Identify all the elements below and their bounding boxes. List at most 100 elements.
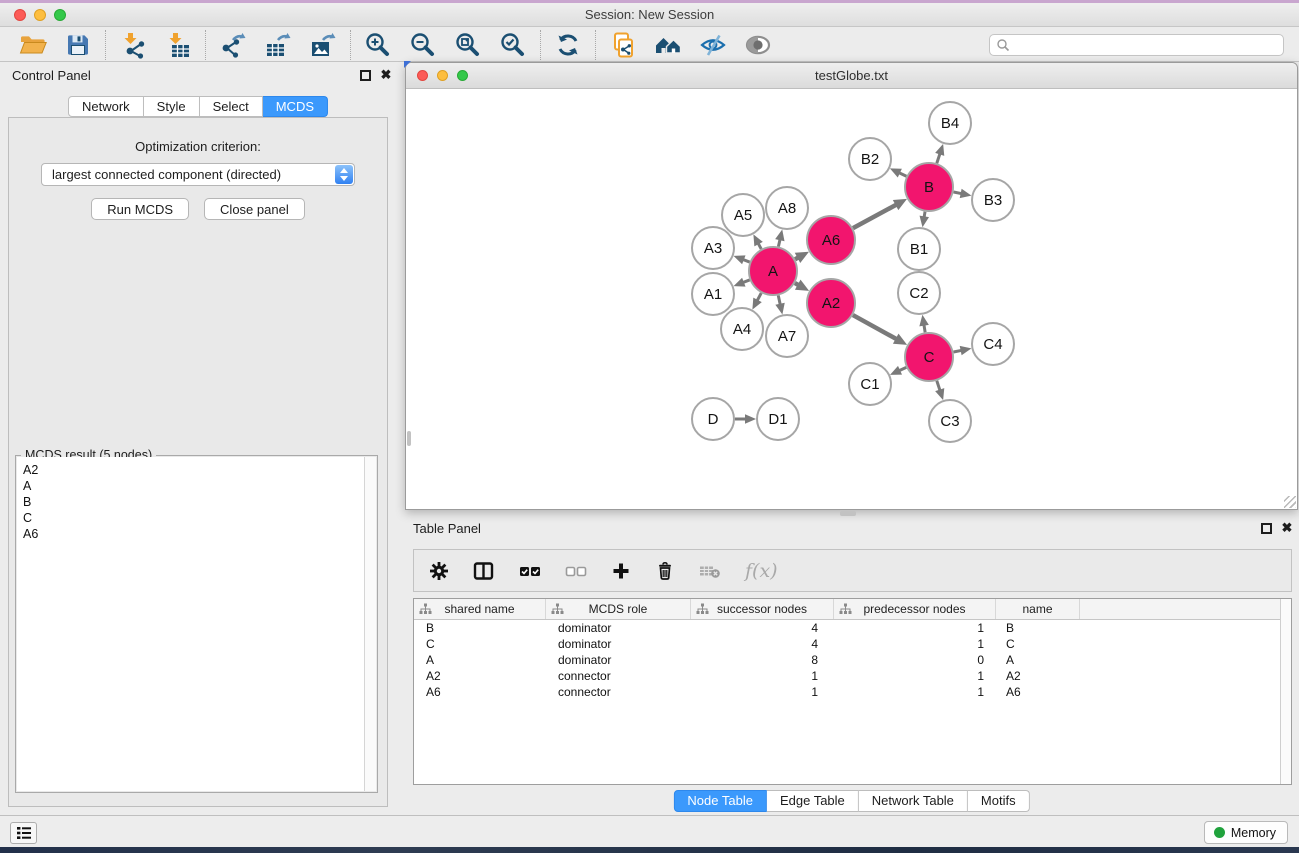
table-cell[interactable]: B <box>996 620 1080 636</box>
home-button[interactable] <box>654 31 682 59</box>
table-cell[interactable]: A <box>414 652 546 668</box>
network-canvas[interactable]: B4B2BB3A8A5A6A3B1AC2A1A2A4A7C4CC1DC3D1 <box>407 90 1296 508</box>
table-cell[interactable]: B <box>414 620 546 636</box>
zoom-out-button[interactable] <box>409 31 437 59</box>
table-cell[interactable]: 1 <box>834 684 996 700</box>
table-scrollbar[interactable] <box>1280 599 1291 784</box>
window-zoom-button[interactable] <box>54 9 66 21</box>
window-close-button[interactable] <box>14 9 26 21</box>
graph-node-C2[interactable]: C2 <box>898 272 940 314</box>
graph-node-C[interactable]: C <box>905 333 953 381</box>
graph-node-A7[interactable]: A7 <box>766 315 808 357</box>
table-cell[interactable]: 1 <box>834 668 996 684</box>
graph-node-A8[interactable]: A8 <box>766 187 808 229</box>
table-cell[interactable]: dominator <box>546 652 691 668</box>
close-panel-action-button[interactable]: Close panel <box>204 198 305 220</box>
graph-node-A2[interactable]: A2 <box>807 279 855 327</box>
column-header-shared-name[interactable]: shared name <box>414 599 546 619</box>
table-settings-button[interactable] <box>429 561 449 581</box>
graph-node-A4[interactable]: A4 <box>721 308 763 350</box>
table-row[interactable]: Bdominator41B <box>414 620 1291 636</box>
delete-columns-button[interactable] <box>655 561 675 581</box>
graph-edge-A6-B[interactable] <box>853 204 897 228</box>
table-cell[interactable]: 0 <box>834 652 996 668</box>
open-session-button[interactable] <box>19 31 47 59</box>
vertical-scroll-nub[interactable] <box>407 431 411 446</box>
graph-node-A[interactable]: A <box>749 247 797 295</box>
graph-node-D1[interactable]: D1 <box>757 398 799 440</box>
show-graphics-button[interactable] <box>744 31 772 59</box>
float-panel-button[interactable] <box>360 70 371 81</box>
table-row[interactable]: Cdominator41C <box>414 636 1291 652</box>
table-cell[interactable]: connector <box>546 684 691 700</box>
table-cell[interactable]: 1 <box>834 636 996 652</box>
table-cell[interactable]: A2 <box>996 668 1080 684</box>
network-minimize-button[interactable] <box>437 70 448 81</box>
clone-network-button[interactable] <box>609 31 637 59</box>
tab-node-table[interactable]: Node Table <box>673 790 767 812</box>
tab-network-table[interactable]: Network Table <box>859 790 968 812</box>
mcds-result-scrollbar[interactable] <box>364 457 376 791</box>
table-cell[interactable]: dominator <box>546 636 691 652</box>
column-header-mcds-role[interactable]: MCDS role <box>546 599 691 619</box>
graph-node-B4[interactable]: B4 <box>929 102 971 144</box>
select-all-columns-button[interactable] <box>519 561 541 581</box>
table-row[interactable]: A6connector11A6 <box>414 684 1291 700</box>
graph-node-A3[interactable]: A3 <box>692 227 734 269</box>
graph-edge-A2-C[interactable] <box>853 315 898 340</box>
hide-details-button[interactable] <box>699 31 727 59</box>
table-cell[interactable]: connector <box>546 668 691 684</box>
list-item[interactable]: B <box>23 494 376 510</box>
tab-edge-table[interactable]: Edge Table <box>767 790 859 812</box>
list-item[interactable]: C <box>23 510 376 526</box>
tab-mcds[interactable]: MCDS <box>263 96 328 117</box>
table-cell[interactable]: A6 <box>996 684 1080 700</box>
criterion-select[interactable]: largest connected component (directed) <box>41 163 355 186</box>
table-cell[interactable]: C <box>414 636 546 652</box>
table-cell[interactable]: 1 <box>834 620 996 636</box>
table-cell[interactable]: A6 <box>414 684 546 700</box>
tab-motifs[interactable]: Motifs <box>968 790 1030 812</box>
table-cell[interactable]: dominator <box>546 620 691 636</box>
table-cell[interactable]: 1 <box>691 668 834 684</box>
export-table-button[interactable] <box>264 31 292 59</box>
import-network-button[interactable] <box>119 31 147 59</box>
search-input[interactable] <box>1010 38 1277 52</box>
graph-node-C3[interactable]: C3 <box>929 400 971 442</box>
graph-node-A6[interactable]: A6 <box>807 216 855 264</box>
table-cell[interactable]: 1 <box>691 684 834 700</box>
network-zoom-button[interactable] <box>457 70 468 81</box>
zoom-selected-button[interactable] <box>499 31 527 59</box>
graph-node-A1[interactable]: A1 <box>692 273 734 315</box>
graph-node-D[interactable]: D <box>692 398 734 440</box>
export-image-button[interactable] <box>309 31 337 59</box>
close-panel-button[interactable]: ✖ <box>379 68 393 82</box>
float-table-panel-button[interactable] <box>1261 523 1272 534</box>
resize-grip-icon[interactable] <box>1284 496 1296 508</box>
panel-splitter-nub[interactable] <box>840 511 856 516</box>
table-row[interactable]: A2connector11A2 <box>414 668 1291 684</box>
function-builder-button[interactable]: f(x) <box>745 560 778 582</box>
graph-node-B1[interactable]: B1 <box>898 228 940 270</box>
list-item[interactable]: A2 <box>23 462 376 478</box>
column-header-successor-nodes[interactable]: successor nodes <box>691 599 834 619</box>
table-cell[interactable]: 4 <box>691 620 834 636</box>
table-cell[interactable]: A <box>996 652 1080 668</box>
task-history-button[interactable] <box>10 822 37 844</box>
save-session-button[interactable] <box>64 31 92 59</box>
graph-node-B2[interactable]: B2 <box>849 138 891 180</box>
mcds-result-list[interactable]: A2ABCA6 <box>17 457 376 791</box>
zoom-in-button[interactable] <box>364 31 392 59</box>
list-item[interactable]: A <box>23 478 376 494</box>
memory-button[interactable]: Memory <box>1204 821 1288 844</box>
table-cell[interactable]: 8 <box>691 652 834 668</box>
column-header-predecessor-nodes[interactable]: predecessor nodes <box>834 599 996 619</box>
export-network-button[interactable] <box>219 31 247 59</box>
delete-table-button[interactable] <box>699 561 721 581</box>
deselect-all-columns-button[interactable] <box>565 561 587 581</box>
table-row[interactable]: Adominator80A <box>414 652 1291 668</box>
network-close-button[interactable] <box>417 70 428 81</box>
close-table-panel-button[interactable]: ✖ <box>1280 521 1294 535</box>
tab-network[interactable]: Network <box>68 96 144 117</box>
zoom-fit-button[interactable] <box>454 31 482 59</box>
